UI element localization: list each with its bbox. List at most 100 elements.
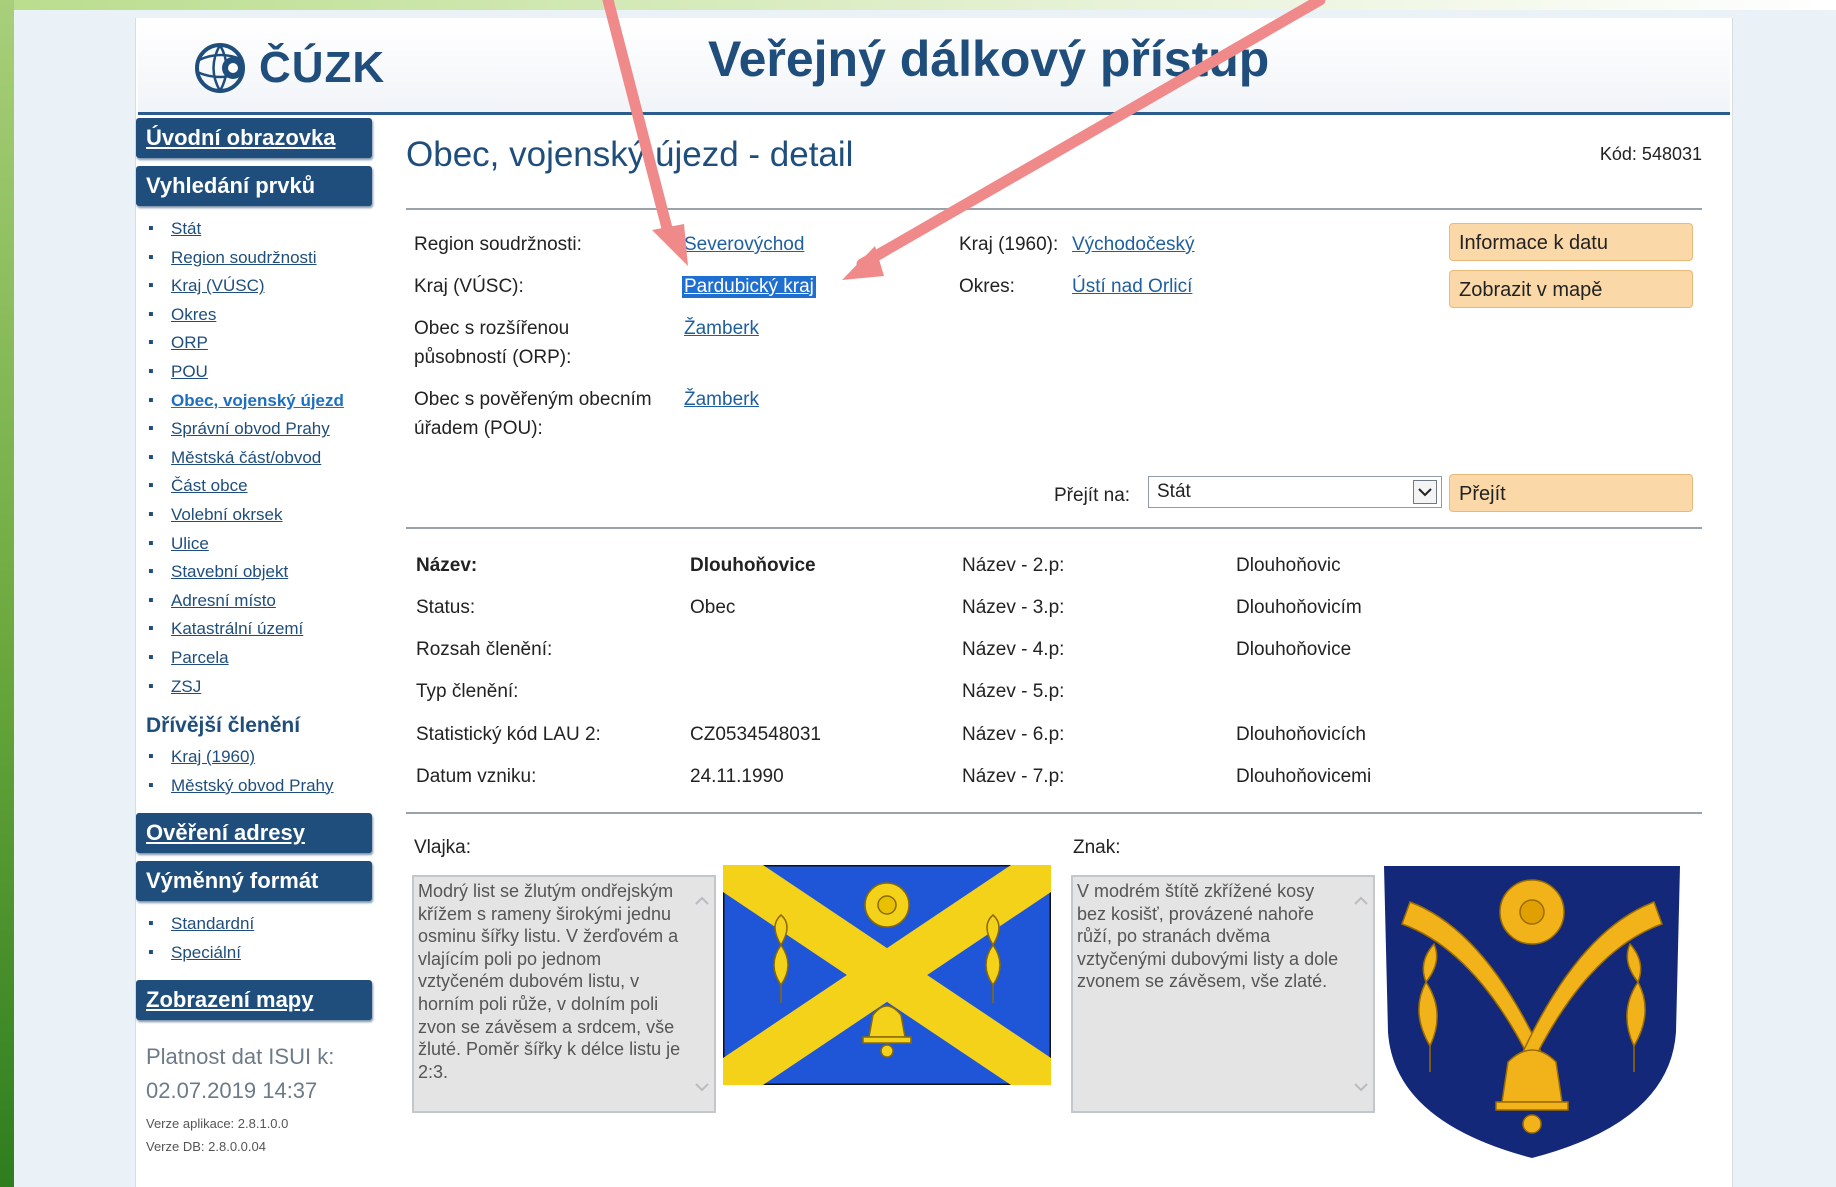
- zobrazit-v-mape-button[interactable]: Zobrazit v mapě: [1449, 270, 1693, 308]
- sidebar-item: ZSJ: [146, 674, 374, 703]
- sidebar-link-pou[interactable]: POU: [171, 362, 208, 381]
- detail-value: Dlouhoňovicích: [1236, 724, 1366, 745]
- chevron-down-icon[interactable]: [1353, 1079, 1369, 1095]
- divider: [406, 527, 1702, 529]
- sidebar-link-stavebni-objekt[interactable]: Stavební objekt: [171, 562, 288, 581]
- pou-link[interactable]: Žamberk: [684, 389, 759, 411]
- slide-left-band: [0, 0, 14, 1187]
- sidebar-link-region[interactable]: Region soudržnosti: [171, 248, 317, 267]
- sidebar-link-kraj-1960[interactable]: Kraj (1960): [171, 747, 255, 766]
- sidebar-item: Parcela: [146, 645, 374, 674]
- sidebar-link-katastralni-uzemi[interactable]: Katastrální území: [171, 619, 303, 638]
- nav-vyhledani-prvku[interactable]: Vyhledání prvků: [136, 166, 372, 206]
- okres-label: Okres:: [959, 276, 1015, 297]
- detail-label: Datum vzniku:: [416, 766, 537, 787]
- detail-label: Název - 2.p:: [962, 555, 1065, 576]
- sidebar-link-adresni-misto[interactable]: Adresní místo: [171, 591, 276, 610]
- sidebar-item: Kraj (VÚSC): [146, 273, 374, 302]
- detail-value: Dlouhoňovic: [1236, 555, 1341, 576]
- divider: [406, 208, 1702, 210]
- nav-vymenny-format[interactable]: Výměnný formát: [136, 861, 372, 902]
- sidebar-link-stat[interactable]: Stát: [171, 219, 201, 238]
- nav-uvodni-obrazovka[interactable]: Úvodní obrazovka: [136, 118, 372, 158]
- detail-value: Dlouhoňovicím: [1236, 597, 1362, 618]
- scrollbar[interactable]: [1351, 881, 1371, 1107]
- prejit-select[interactable]: Stát: [1148, 476, 1442, 508]
- region-link[interactable]: Severovýchod: [684, 234, 804, 256]
- detail-value: Dlouhoňovice: [1236, 639, 1352, 660]
- chevron-down-icon[interactable]: [1413, 480, 1437, 504]
- flag-description[interactable]: Modrý list se žlutým ondřejským křížem s…: [412, 875, 716, 1113]
- chevron-down-icon[interactable]: [694, 1079, 710, 1095]
- sidebar-item: Městská část/obvod: [146, 445, 374, 474]
- header: ČÚZK Veřejný dálkový přístup: [138, 20, 1730, 115]
- chevron-up-icon[interactable]: [1353, 893, 1369, 909]
- sidebar-link-zsj[interactable]: ZSJ: [171, 677, 201, 696]
- drivejsi-cleneni-heading: Dřívější členění: [146, 714, 301, 738]
- kraj-label: Kraj (VÚSC):: [414, 276, 524, 297]
- sidebar-link-mestsky-obvod[interactable]: Městský obvod Prahy: [171, 776, 334, 795]
- sidebar-item: Volební okrsek: [146, 502, 374, 531]
- slide-top-band: [0, 0, 1836, 10]
- sidebar-item: Standardní: [146, 911, 374, 940]
- sidebar-link-standardni[interactable]: Standardní: [171, 914, 254, 933]
- coat-of-arms-image: [1384, 866, 1680, 1158]
- nav-zobrazeni-mapy[interactable]: Zobrazení mapy: [136, 980, 372, 1021]
- sidebar-link-volebni-okrsek[interactable]: Volební okrsek: [171, 505, 283, 524]
- sidebar-item: Stát: [146, 216, 374, 245]
- sidebar: Úvodní obrazovka Vyhledání prvků Stát Re…: [136, 118, 374, 1158]
- sidebar-link-parcela[interactable]: Parcela: [171, 648, 229, 667]
- pou-label: Obec s pověřeným obecním: [414, 389, 652, 410]
- prejit-select-value: Stát: [1157, 481, 1191, 502]
- informace-button[interactable]: Informace k datu: [1449, 223, 1693, 261]
- kraj-link-selected[interactable]: Pardubický kraj: [682, 276, 816, 298]
- orp-link[interactable]: Žamberk: [684, 318, 759, 340]
- detail-label: Název:: [416, 555, 478, 576]
- db-version: Verze DB: 2.8.0.0.04: [146, 1139, 266, 1155]
- sidebar-link-spravni-obvod[interactable]: Správní obvod Prahy: [171, 419, 330, 438]
- cuzk-logo[interactable]: ČÚZK: [193, 38, 385, 98]
- flag-image: [723, 865, 1051, 1085]
- logo-text: ČÚZK: [259, 43, 386, 92]
- sidebar-link-okres[interactable]: Okres: [171, 305, 216, 324]
- sidebar-link-orp[interactable]: ORP: [171, 333, 208, 352]
- chevron-up-icon[interactable]: [694, 893, 710, 909]
- nav-overeni-adresy[interactable]: Ověření adresy: [136, 813, 372, 854]
- prejit-button[interactable]: Přejít: [1449, 474, 1693, 512]
- app-version: Verze aplikace: 2.8.1.0.0: [146, 1116, 289, 1132]
- pou-label-2: úřadem (POU):: [414, 418, 543, 439]
- detail-label: Název - 5.p:: [962, 681, 1065, 702]
- scrollbar[interactable]: [692, 881, 712, 1107]
- sidebar-link-kraj[interactable]: Kraj (VÚSC): [171, 276, 265, 295]
- okres-link[interactable]: Ústí nad Orlicí: [1072, 276, 1192, 298]
- vlajka-label: Vlajka:: [414, 837, 472, 858]
- sidebar-item: Adresní místo: [146, 588, 374, 617]
- kraj1960-link[interactable]: Východočeský: [1072, 234, 1195, 256]
- detail-label: Typ členění:: [416, 681, 519, 702]
- sidebar-link-specialni[interactable]: Speciální: [171, 943, 241, 962]
- coat-of-arms-description[interactable]: V modrém štítě zkřížené kosy bez kosišť,…: [1071, 875, 1375, 1113]
- sidebar-item: Kraj (1960): [146, 744, 374, 773]
- sidebar-item: Městský obvod Prahy: [146, 773, 374, 802]
- globe-icon: [193, 42, 255, 94]
- sidebar-link-ulice[interactable]: Ulice: [171, 534, 209, 553]
- detail-label: Rozsah členění:: [416, 639, 553, 660]
- sidebar-item: ORP: [146, 330, 374, 359]
- exchange-format-list: Standardní Speciální: [146, 911, 374, 968]
- search-item-list: Stát Region soudržnosti Kraj (VÚSC) Okre…: [146, 216, 374, 702]
- code-label: Kód: 548031: [1599, 144, 1702, 164]
- detail-label: Název - 4.p:: [962, 639, 1065, 660]
- sidebar-item: Katastrální území: [146, 616, 374, 645]
- sidebar-link-mestska-cast[interactable]: Městská část/obvod: [171, 448, 321, 467]
- sidebar-item: Ulice: [146, 531, 374, 560]
- detail-value: CZ0534548031: [690, 724, 821, 745]
- prejit-label: Přejít na:: [1054, 485, 1131, 506]
- sidebar-link-cast-obce[interactable]: Část obce: [171, 476, 248, 495]
- sidebar-item: POU: [146, 359, 374, 388]
- detail-label: Status:: [416, 597, 476, 618]
- flag-description-text: Modrý list se žlutým ondřejským křížem s…: [418, 881, 681, 1082]
- sidebar-link-obec-active[interactable]: Obec, vojenský újezd: [171, 391, 344, 410]
- sidebar-item: Správní obvod Prahy: [146, 416, 374, 445]
- detail-label: Název - 6.p:: [962, 724, 1065, 745]
- coat-of-arms-description-text: V modrém štítě zkřížené kosy bez kosišť,…: [1077, 881, 1339, 992]
